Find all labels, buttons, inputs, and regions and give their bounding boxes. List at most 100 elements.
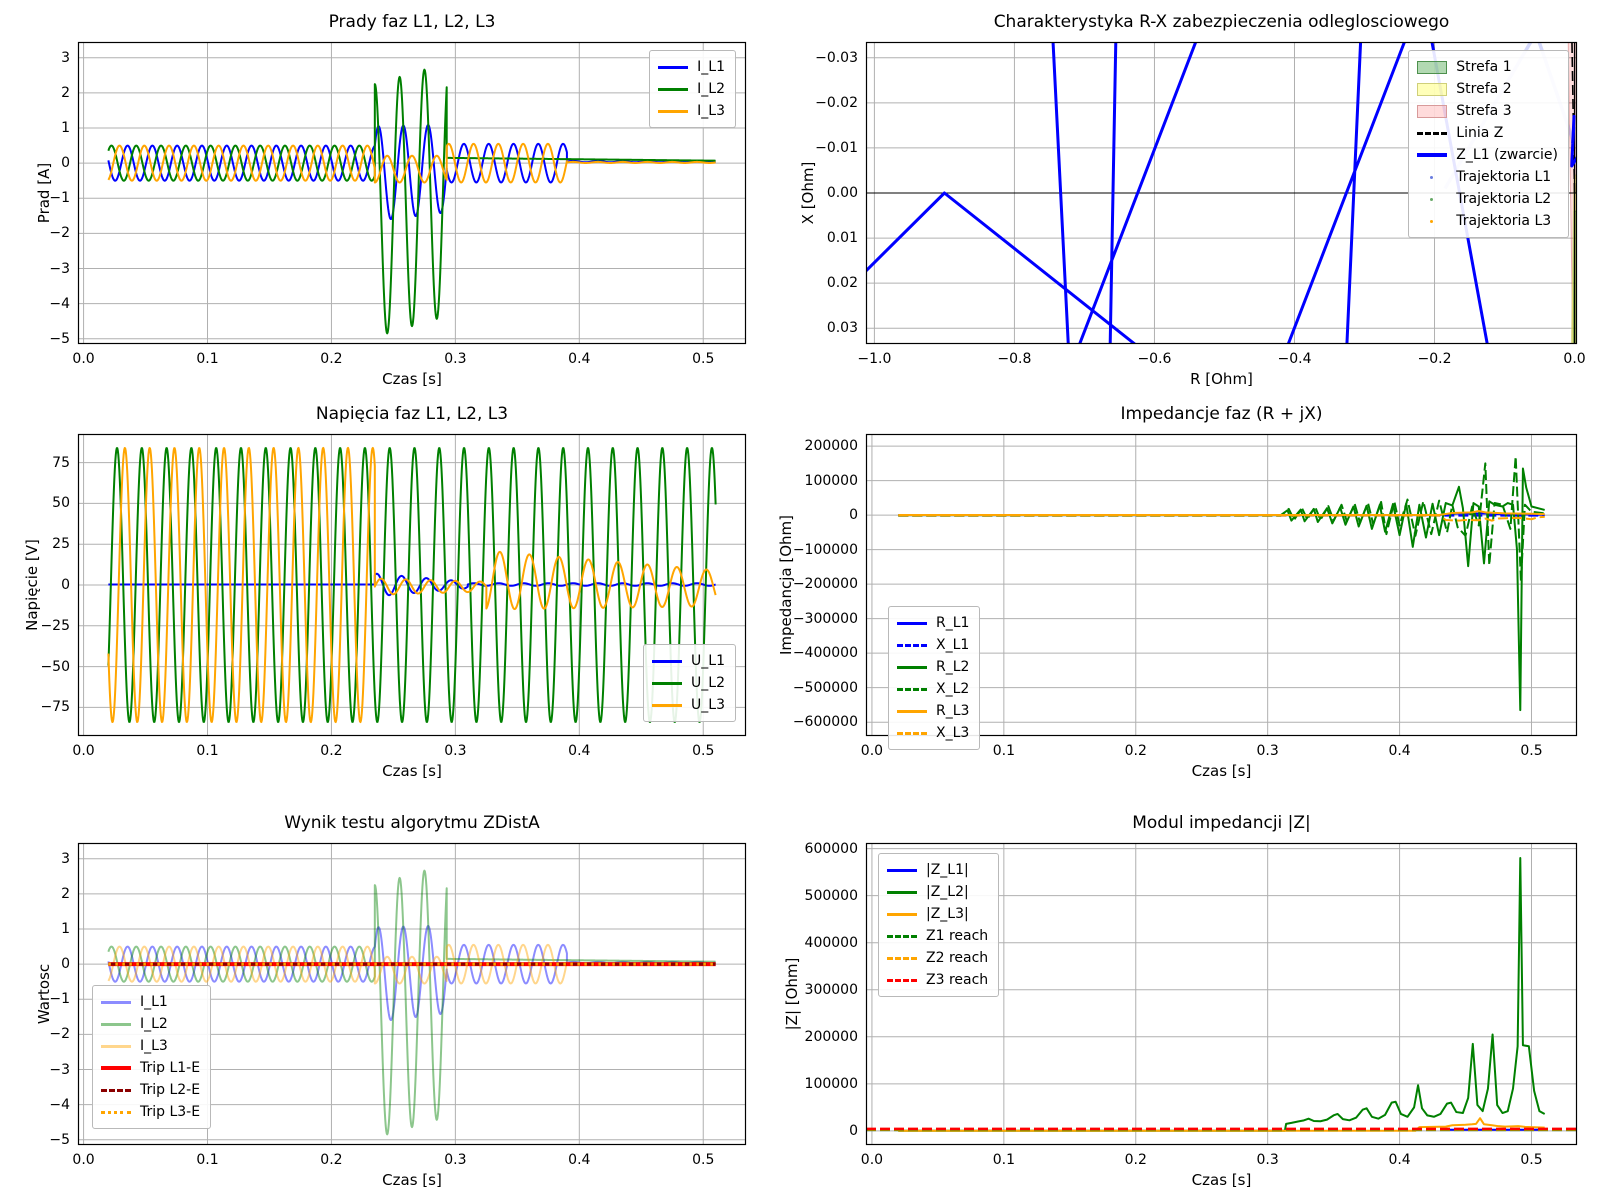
chart-title: Impedancje faz (R + jX) [822,404,1600,424]
y-tick-label: 100000 [805,1076,858,1092]
plot-area [78,843,746,1145]
y-tick-label: −75 [40,699,70,715]
y-tick-label: −2 [49,1026,70,1042]
figure-canvas: Prady faz L1, L2, L3 Prad [A] Czas [s] C… [0,0,1600,1200]
y-tick-label: 0 [849,507,858,523]
x-tick-label: 0.2 [320,743,342,759]
x-tick-label: 0.1 [993,743,1015,759]
x-tick-label: −0.4 [1277,351,1311,367]
series-Z_L2_mod [898,858,1544,1131]
y-tick-label: 200000 [805,438,858,454]
y-tick-label: −1 [49,190,70,206]
x-tick-label: 0.0 [861,1152,883,1168]
x-tick-label: 0.5 [1520,1152,1542,1168]
series-X_L2 [898,456,1544,580]
y-tick-label: 1 [61,921,70,937]
x-tick-label: 0.4 [568,1152,590,1168]
chart-title: Wynik testu algorytmu ZDistA [12,813,812,833]
y-tick-label: 3 [61,851,70,867]
x-tick-label: 0.1 [196,1152,218,1168]
x-tick-label: 0.3 [1257,1152,1279,1168]
y-tick-label: 100000 [805,473,858,489]
x-axis-label: Czas [s] [382,1171,442,1189]
x-tick-label: 0.3 [444,743,466,759]
series-R_L2 [898,469,1544,711]
y-tick-label: 50 [52,495,70,511]
plot-area [866,434,1577,736]
series-z-l1-zwarcie [860,4,1588,374]
y-tick-label: 0 [61,577,70,593]
y-tick-label: −3 [49,261,70,277]
x-axis-label: Czas [s] [382,370,442,388]
y-tick-label: 2 [61,886,70,902]
y-tick-label: −600000 [793,714,858,730]
y-tick-label: 0 [61,155,70,171]
y-tick-label: −0.03 [815,50,858,66]
x-tick-label: 0.0 [72,743,94,759]
x-tick-label: 0.3 [1257,743,1279,759]
y-tick-label: −500000 [793,680,858,696]
plot-area [78,434,746,736]
y-tick-label: 600000 [805,841,858,857]
series-I_L1 [108,125,715,219]
x-tick-label: 0.4 [1388,1152,1410,1168]
plot-area [866,42,1577,344]
x-tick-label: 0.5 [692,743,714,759]
y-tick-label: −100000 [793,542,858,558]
y-tick-label: 25 [52,536,70,552]
y-tick-label: −1 [49,991,70,1007]
chart-title: Napięcia faz L1, L2, L3 [12,404,812,424]
x-tick-label: 0.0 [1563,351,1585,367]
series-I_L1 [108,926,715,1020]
x-tick-label: −1.0 [857,351,891,367]
series-R_L3 [898,511,1544,515]
x-tick-label: −0.8 [997,351,1031,367]
y-tick-label: 0 [61,956,70,972]
y-tick-label: −50 [40,659,70,675]
x-tick-label: 0.1 [993,1152,1015,1168]
x-tick-label: 0.3 [444,1152,466,1168]
y-tick-label: 300000 [805,982,858,998]
y-tick-label: 0.01 [827,230,858,246]
y-tick-label: 75 [52,455,70,471]
y-tick-label: −3 [49,1062,70,1078]
chart-title: Prady faz L1, L2, L3 [12,12,812,32]
y-tick-label: 0 [849,1123,858,1139]
y-tick-label: −5 [49,331,70,347]
x-tick-label: 0.5 [1520,743,1542,759]
y-tick-label: 400000 [805,935,858,951]
y-tick-label: −300000 [793,611,858,627]
x-tick-label: 0.3 [444,351,466,367]
x-tick-label: 0.1 [196,743,218,759]
y-tick-label: 200000 [805,1029,858,1045]
y-tick-label: 0.00 [827,185,858,201]
x-tick-label: 0.4 [1388,743,1410,759]
x-axis-label: R [Ohm] [1190,370,1253,388]
y-tick-label: −2 [49,225,70,241]
chart-title: Charakterystyka R-X zabezpieczenia odleg… [822,12,1600,32]
plot-area [78,42,746,344]
y-tick-label: −4 [49,296,70,312]
y-axis-label: X [Ohm] [799,162,817,225]
y-axis-label: Napięcie [V] [23,539,41,631]
y-tick-label: 2 [61,85,70,101]
y-tick-label: −400000 [793,645,858,661]
y-tick-label: −4 [49,1097,70,1113]
x-tick-label: 0.0 [861,743,883,759]
x-axis-label: Czas [s] [1192,762,1252,780]
x-tick-label: 0.5 [692,1152,714,1168]
x-axis-label: Czas [s] [382,762,442,780]
y-tick-label: 0.03 [827,320,858,336]
y-tick-label: −25 [40,618,70,634]
x-tick-label: 0.5 [692,351,714,367]
y-tick-label: 3 [61,50,70,66]
y-tick-label: −200000 [793,576,858,592]
series-trajektoria-faded [1445,33,1573,189]
x-axis-label: Czas [s] [1192,1171,1252,1189]
x-tick-label: 0.2 [320,351,342,367]
y-tick-label: 1 [61,120,70,136]
x-tick-label: 0.4 [568,351,590,367]
x-tick-label: −0.6 [1137,351,1171,367]
y-axis-label: |Z| [Ohm] [783,958,801,1031]
y-tick-label: −5 [49,1132,70,1148]
